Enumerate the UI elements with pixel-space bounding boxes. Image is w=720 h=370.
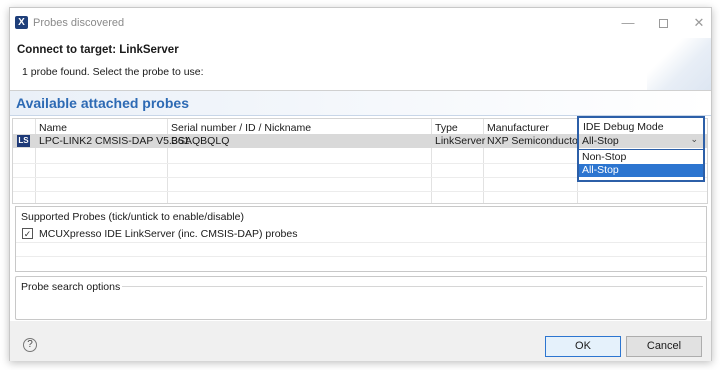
probe-manufacturer-cell[interactable]: NXP Semiconductors bbox=[487, 135, 587, 147]
group-border-line bbox=[118, 286, 703, 287]
column-header-type[interactable]: Type bbox=[435, 122, 458, 134]
supported-probes-title: Supported Probes (tick/untick to enable/… bbox=[21, 211, 244, 223]
probe-serial-cell[interactable]: BSAQBQLQ bbox=[171, 135, 229, 147]
probe-found-message: 1 probe found. Select the probe to use: bbox=[22, 66, 204, 78]
column-header-debug-mode[interactable]: IDE Debug Mode bbox=[583, 121, 664, 133]
column-header-manufacturer[interactable]: Manufacturer bbox=[487, 122, 549, 134]
title-bar: X Probes discovered — ✕ bbox=[10, 8, 711, 38]
probe-search-options-group: Probe search options bbox=[15, 276, 707, 320]
maximize-button[interactable] bbox=[649, 14, 677, 32]
debug-mode-option-non-stop[interactable]: Non-Stop bbox=[579, 151, 703, 164]
linkserver-probes-checkbox[interactable]: ✓ bbox=[22, 228, 33, 239]
linkserver-icon: LS bbox=[17, 135, 30, 147]
chevron-down-icon[interactable]: ⌄ bbox=[690, 134, 698, 145]
column-header-name[interactable]: Name bbox=[39, 122, 67, 134]
probe-type-cell[interactable]: LinkServer bbox=[435, 135, 485, 147]
empty-row-line bbox=[13, 191, 707, 192]
maximize-icon bbox=[658, 19, 668, 29]
cancel-button[interactable]: Cancel bbox=[626, 336, 702, 357]
probe-name-cell[interactable]: LPC-LINK2 CMSIS-DAP V5.361 bbox=[39, 135, 189, 147]
probe-search-options-title: Probe search options bbox=[21, 281, 123, 293]
debug-mode-column: IDE Debug Mode All-Stop ⌄ Non-Stop All-S… bbox=[577, 116, 705, 182]
probes-heading: Available attached probes bbox=[16, 95, 189, 111]
dialog-footer: ? OK Cancel bbox=[10, 321, 711, 361]
help-icon[interactable]: ? bbox=[23, 338, 37, 352]
linkserver-probes-label[interactable]: MCUXpresso IDE LinkServer (inc. CMSIS-DA… bbox=[39, 228, 298, 240]
supported-probes-group: Supported Probes (tick/untick to enable/… bbox=[15, 206, 707, 272]
connect-title: Connect to target: LinkServer bbox=[17, 44, 179, 56]
app-icon: X bbox=[15, 16, 28, 29]
ok-button[interactable]: OK bbox=[545, 336, 621, 357]
list-row-line bbox=[16, 242, 706, 243]
column-header-serial[interactable]: Serial number / ID / Nickname bbox=[171, 122, 311, 134]
debug-mode-value: All-Stop bbox=[582, 135, 619, 147]
window-title: Probes discovered bbox=[33, 17, 125, 29]
minimize-button[interactable]: — bbox=[614, 14, 642, 32]
probes-dialog: X Probes discovered — ✕ Connect to targe… bbox=[9, 7, 712, 361]
debug-mode-option-all-stop[interactable]: All-Stop bbox=[579, 164, 703, 177]
close-button[interactable]: ✕ bbox=[685, 14, 713, 32]
header-decoration bbox=[647, 38, 711, 90]
debug-mode-combo[interactable]: All-Stop ⌄ bbox=[579, 134, 703, 148]
dialog-header: Connect to target: LinkServer 1 probe fo… bbox=[10, 38, 711, 90]
debug-mode-dropdown: Non-Stop All-Stop bbox=[579, 149, 703, 180]
list-row-line bbox=[16, 256, 706, 257]
